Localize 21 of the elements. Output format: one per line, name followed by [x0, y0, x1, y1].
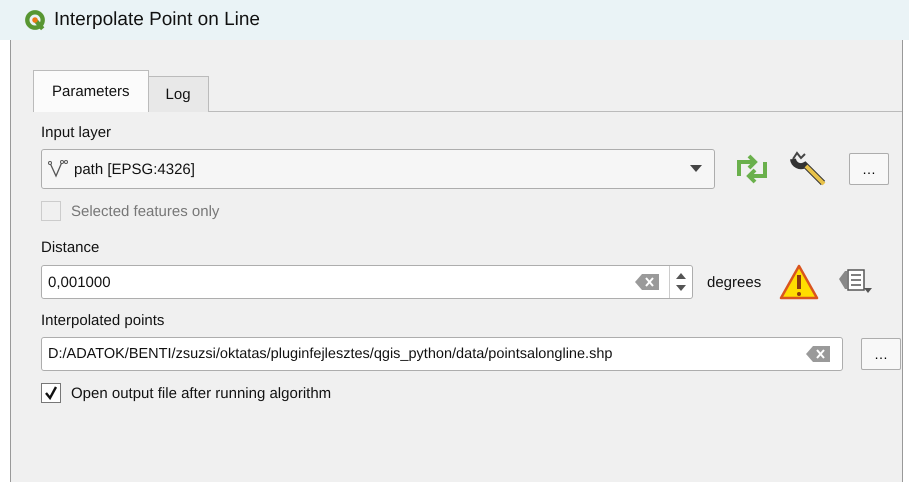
tab[interactable]: Parameters: [33, 70, 149, 112]
more-button[interactable]: …: [849, 153, 889, 185]
clear-icon[interactable]: [806, 346, 830, 362]
line-layer-icon: [48, 159, 70, 179]
checkbox-label: Open output file after running algorithm: [71, 384, 332, 402]
logo-icon: [24, 9, 46, 31]
window-title: Interpolate Point on Line: [54, 9, 260, 31]
field-label: Distance: [41, 239, 100, 256]
field-label: Interpolated points: [41, 312, 166, 329]
checkbox[interactable]: [41, 383, 61, 403]
clear-icon[interactable]: [635, 274, 659, 290]
tab[interactable]: Log: [148, 76, 209, 112]
caret-icon: [690, 165, 702, 173]
output-path-field[interactable]: D:/ADATOK/BENTI/zsuzsi/oktatas/pluginfejlesztes/qgis_python/data/pointsalongline.shp: [41, 337, 843, 371]
checkbox-label: Selected features only: [71, 202, 220, 220]
more-button[interactable]: …: [861, 338, 901, 370]
distance-field[interactable]: 0,001000: [41, 265, 693, 299]
warning-icon: [779, 264, 820, 300]
layer-dropdown[interactable]: path [EPSG:4326]: [41, 149, 715, 189]
field-label: Input layer: [41, 124, 112, 141]
unit-label: degrees: [707, 274, 762, 290]
